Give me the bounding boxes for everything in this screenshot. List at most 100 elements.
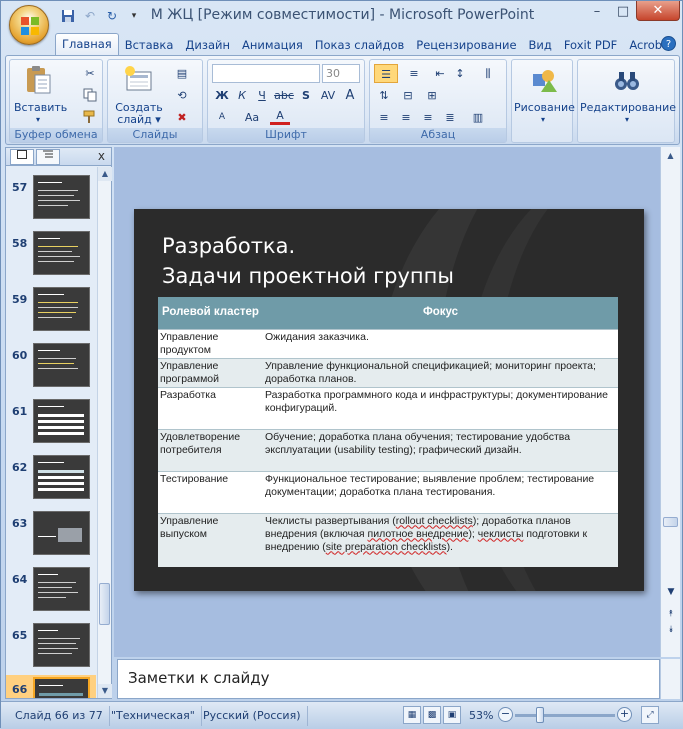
title-bar: ↶ ↻ ▾ М ЖЦ [Режим совместимости] - Micro… [1,1,683,45]
paste-button[interactable]: Вставить ▾ [14,64,67,126]
slide-thumbnail[interactable]: 60 [6,341,96,397]
slide-thumbnail[interactable]: 62 [6,453,96,509]
table-header-row: Ролевой кластер Фокус [158,297,618,329]
columns-distribute-icon[interactable]: ▥ [468,108,488,127]
tab-animation[interactable]: Анимация [236,35,309,55]
drawing-button[interactable]: Рисование ▾ [514,64,575,126]
char-spacing-button[interactable]: AV [318,86,338,105]
table-cell: Управление программой [158,357,263,387]
align-left-icon[interactable]: ≡ [374,108,394,127]
zoom-slider[interactable] [515,714,615,717]
slide-title[interactable]: Разработка. Задачи проектной группы [162,231,454,291]
slide-thumbnail[interactable]: 61 [6,397,96,453]
close-button[interactable]: ✕ [636,1,680,21]
tab-foxit-pdf[interactable]: Foxit PDF [558,35,623,55]
change-case-button[interactable]: Aa [238,108,266,127]
zoom-out-icon[interactable]: − [498,707,513,722]
fit-to-window-icon[interactable]: ⤢ [641,706,659,724]
slide-scroll-thumb[interactable] [663,517,678,527]
slide-thumbnail-selected[interactable]: 66 [6,675,96,698]
shrink-font-button[interactable]: A [212,108,232,127]
tab-slides[interactable] [10,148,34,165]
normal-view-icon[interactable]: ▦ [403,706,421,724]
slide-number: 61 [12,405,28,418]
tab-home[interactable]: Главная [55,33,119,55]
scroll-down-icon[interactable]: ▼ [664,587,678,597]
shadow-button[interactable]: S [296,86,316,105]
status-theme[interactable]: "Техническая" [105,706,202,726]
slide-thumbnail[interactable]: 63 [6,509,96,565]
scroll-up-icon[interactable]: ▲ [663,149,678,163]
font-size-combo[interactable]: 30 [322,64,360,83]
columns-icon[interactable]: ⫼ [478,64,498,83]
slideshow-view-icon[interactable]: ▣ [443,706,461,724]
table-cell: Управление функциональной спецификацией;… [263,357,618,387]
justify-icon[interactable]: ≣ [440,108,460,127]
panel-close-button[interactable]: x [98,149,105,163]
paragraph-group-label: Абзац [370,128,506,142]
format-painter-icon[interactable] [82,110,98,126]
slide-thumbnail[interactable]: 59 [6,285,96,341]
align-right-icon[interactable]: ≡ [418,108,438,127]
scroll-down-icon[interactable]: ▼ [98,684,112,698]
bullets-icon[interactable]: ☰ [374,64,398,83]
delete-slide-icon[interactable]: ✖ [174,110,190,126]
cut-icon[interactable]: ✂ [82,66,98,82]
scroll-up-icon[interactable]: ▲ [98,167,112,181]
slide-thumbnail[interactable]: 58 [6,229,96,285]
text-direction-icon[interactable]: ⇅ [374,86,394,105]
slide-thumbnail[interactable]: 65 [6,621,96,677]
slide-thumbnail-image [33,175,90,219]
slide-thumbnail-image [33,287,90,331]
slide-scrollbar[interactable]: ▲ ▼ ⯭ ⯯ [660,147,680,657]
group-clipboard: Вставить ▾ ✂ Буфер обмена [9,59,103,143]
panel-scroll-thumb[interactable] [99,583,110,625]
decrease-indent-icon[interactable]: ⇤ [430,64,450,83]
panel-scrollbar[interactable]: ▲ ▼ [97,167,112,698]
status-language[interactable]: Русский (Россия) [197,706,308,726]
minimize-button[interactable]: – [584,1,610,21]
editing-button[interactable]: Редактирование ▾ [580,64,676,126]
zoom-slider-handle[interactable] [536,707,544,723]
reset-icon[interactable]: ⟲ [174,88,190,104]
tab-outline[interactable] [36,148,60,165]
italic-button[interactable]: К [232,86,252,105]
tab-slideshow[interactable]: Показ слайдов [309,35,410,55]
maximize-button[interactable]: □ [610,1,636,21]
next-slide-icon[interactable]: ⯯ [664,625,678,635]
align-center-icon[interactable]: ≡ [396,108,416,127]
smartart-icon[interactable]: ⊞ [422,86,442,105]
new-slide-button[interactable]: Создать слайд ▾ [114,64,164,126]
office-button[interactable] [9,5,49,45]
previous-slide-icon[interactable]: ⯭ [664,609,678,619]
drawing-dropdown-icon: ▾ [540,115,545,124]
table-text-span: ); [468,527,478,540]
notes-scrollbar[interactable] [660,659,680,699]
tab-insert[interactable]: Вставка [119,35,180,55]
slide-number: 57 [12,181,28,194]
slide-canvas[interactable]: Разработка. Задачи проектной группы Роле… [134,209,644,591]
grow-font-button[interactable]: A [340,86,360,105]
numbering-icon[interactable]: ≡ [402,64,426,83]
zoom-level[interactable]: 53% [463,706,499,726]
strikethrough-button[interactable]: abc [274,86,294,105]
slide-thumbnail[interactable]: 64 [6,565,96,621]
slide-thumbnail[interactable]: 57 [6,173,96,229]
slide-sorter-icon[interactable]: ▩ [423,706,441,724]
help-icon[interactable]: ? [661,36,676,51]
layout-icon[interactable]: ▤ [174,66,190,82]
notes-pane[interactable]: Заметки к слайду [117,659,660,699]
zoom-in-icon[interactable]: + [617,707,632,722]
font-color-button[interactable]: A [270,108,290,125]
slide-table[interactable]: Ролевой кластер Фокус Управление продукт… [158,297,618,567]
underline-button[interactable]: Ч [252,86,272,105]
copy-icon[interactable] [82,88,98,104]
bold-button[interactable]: Ж [212,86,232,105]
tab-view[interactable]: Вид [523,35,558,55]
font-name-combo[interactable] [212,64,320,83]
align-text-icon[interactable]: ⊟ [398,86,418,105]
tab-design[interactable]: Дизайн [179,35,236,55]
line-spacing-icon[interactable]: ↕ [450,64,470,83]
tab-review[interactable]: Рецензирование [410,35,522,55]
powerpoint-window: ↶ ↻ ▾ М ЖЦ [Режим совместимости] - Micro… [0,0,683,729]
